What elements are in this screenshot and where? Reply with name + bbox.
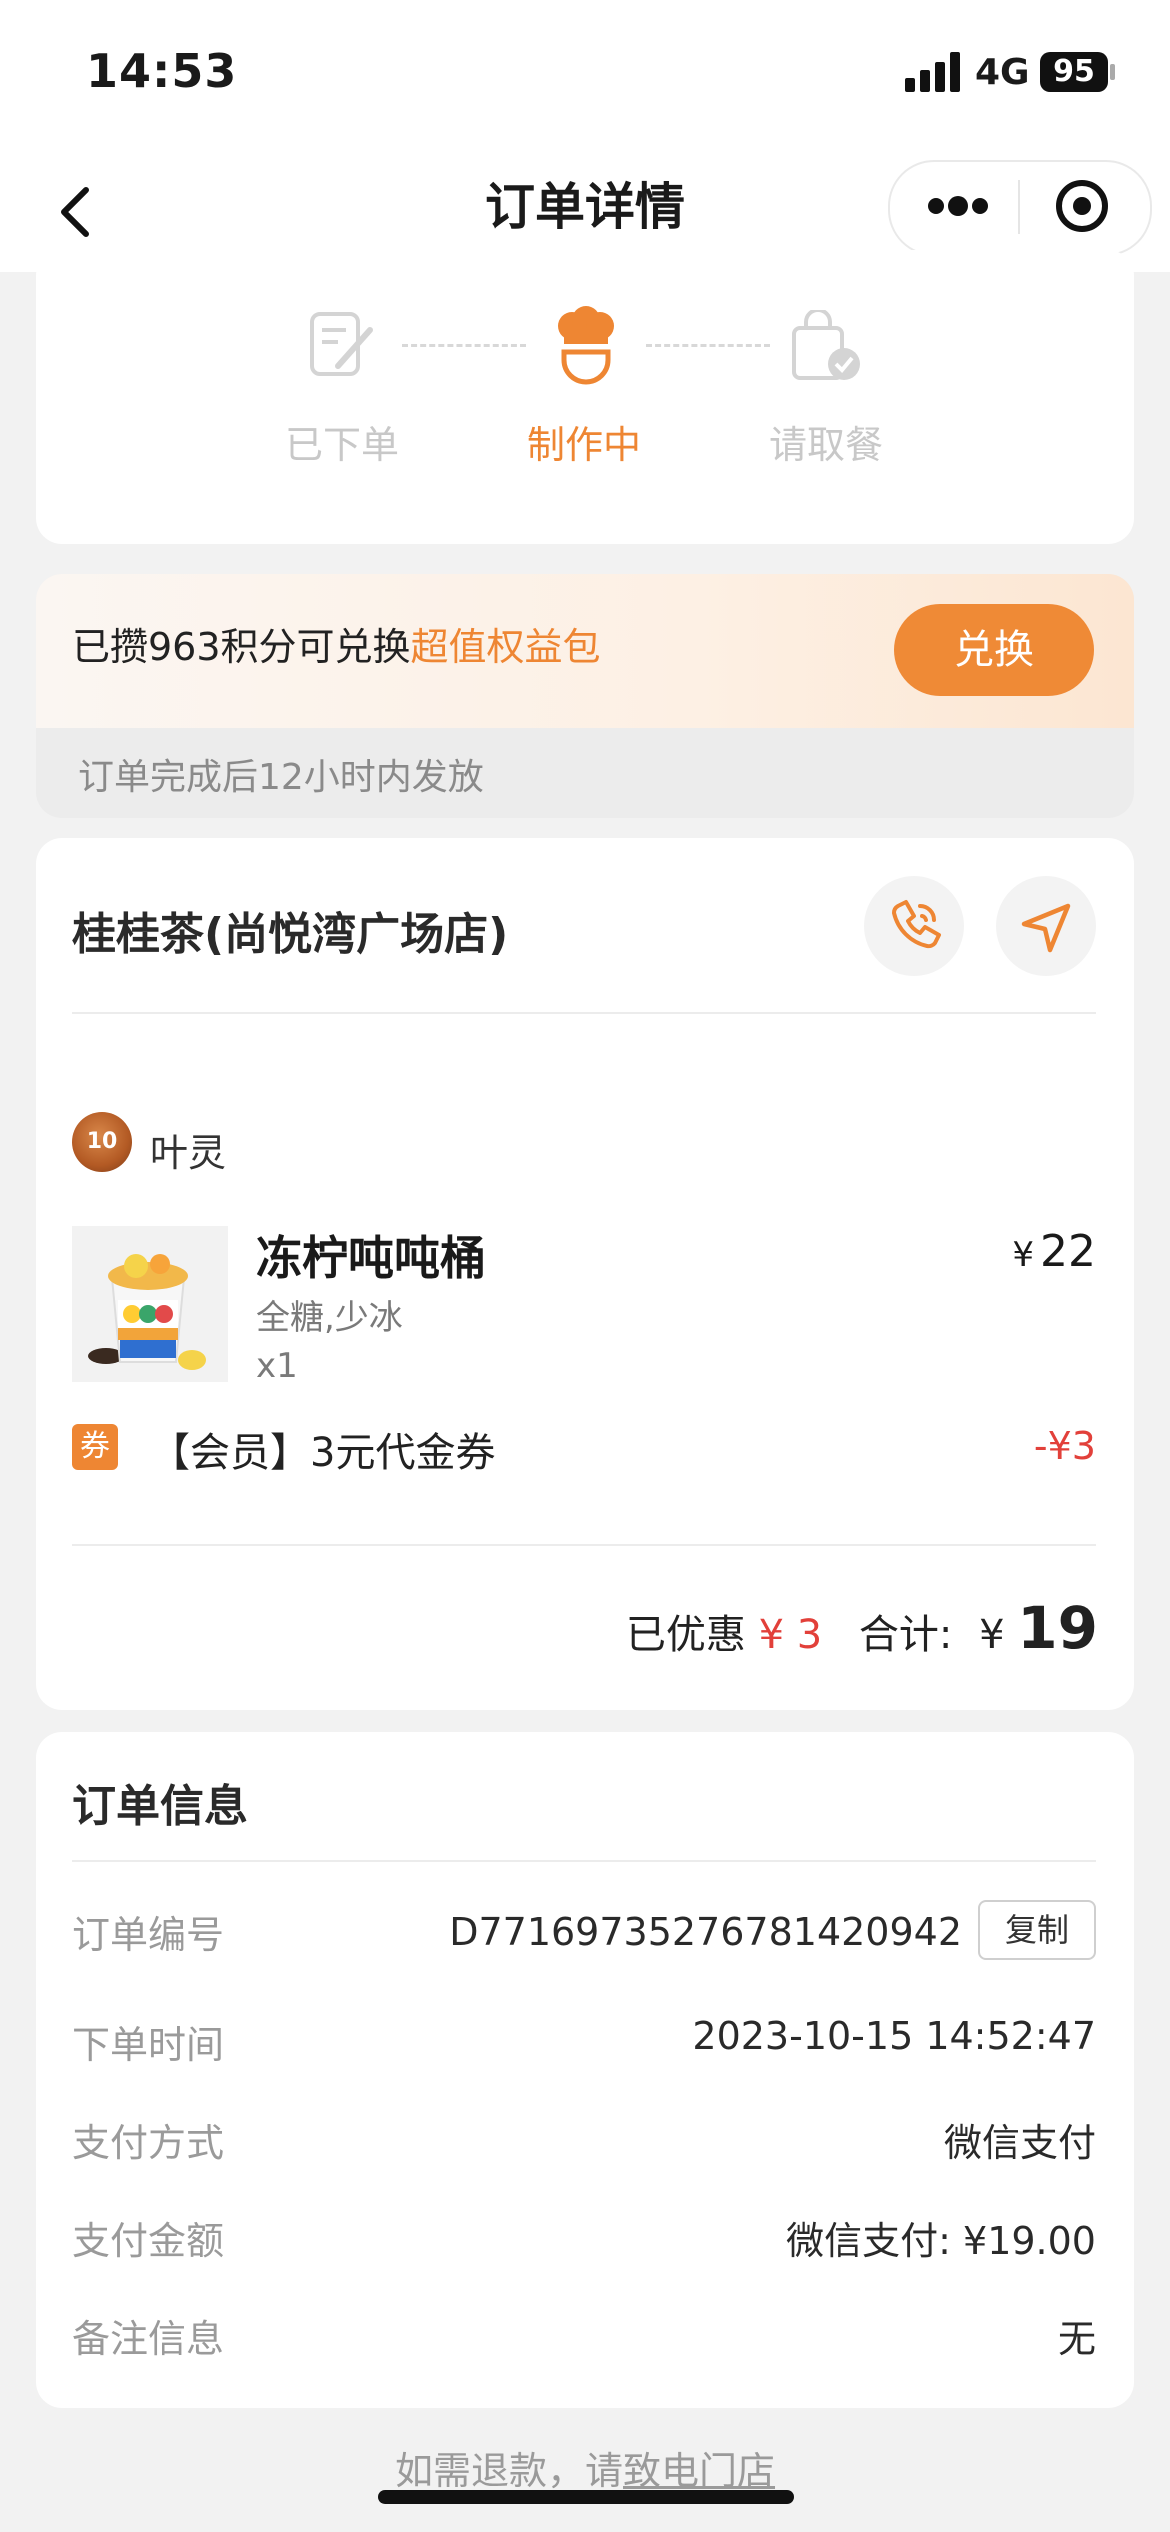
chef-hat-icon [550,306,622,386]
coupon-text: 【会员】3元代金券 [150,1430,496,1476]
price-value: 22 [1040,1226,1096,1277]
signal-icon [905,52,961,92]
product-price: ¥22 [920,1226,1096,1277]
divider [72,1012,1096,1014]
total-label: 合计: [858,1612,953,1658]
redeem-button[interactable]: 兑换 [894,604,1094,696]
progress-card [36,250,1134,544]
order-time-label: 下单时间 [72,2023,225,2067]
order-info-title: 订单信息 [72,1781,248,1832]
discount-label: 已优惠 [625,1612,746,1658]
capsule-divider [1018,180,1020,234]
order-number: D7716973527678142094​2 [449,1910,962,1954]
points-text: 已攒963积分可兑换超值权益包 [72,616,601,671]
pay-amount-label: 支付金额 [72,2219,225,2263]
points-note: 订单完成后12小时内发放 [78,757,484,798]
total-currency: ¥ [979,1612,1005,1658]
pay-method-label: 支付方式 [72,2121,225,2165]
points-card: 已攒963积分可兑换超值权益包 兑换 订单完成后12小时内发放 [36,574,1134,818]
navigate-button[interactable] [996,876,1096,976]
call-store-link[interactable]: 致电门店 [623,2449,775,2493]
battery-icon: 95 [1040,52,1108,92]
avatar: 10 [72,1112,132,1172]
call-shop-button[interactable] [864,876,964,976]
order-number-label: 订单编号 [72,1913,225,1957]
product-quantity: x1 [256,1346,298,1386]
step-label-placed: 已下单 [284,423,399,467]
coupon-amount: -¥3 [1033,1424,1096,1468]
remark-value: 无 [1057,2317,1096,2361]
order-summary: 已优惠 ¥ 3 合计: ¥ 19 [0,1594,1098,1662]
step-label-pickup: 请取餐 [768,423,883,467]
home-indicator[interactable] [378,2490,794,2504]
shop-name[interactable]: 桂桂茶(尚悦湾广场店) [72,898,508,962]
refund-text: 如需退款，请 [394,2449,623,2493]
divider [72,1544,1096,1546]
navigation-arrow-icon [1021,903,1071,953]
remark-label: 备注信息 [72,2317,225,2361]
progress-connector [646,344,770,347]
pay-amount: 微信支付: ¥19.00 [786,2219,1096,2263]
order-time: 2023-10-15 14:52:47 [692,2014,1096,2058]
copy-button[interactable]: 复制 [978,1900,1096,1960]
status-time: 14:53 [86,44,238,98]
network-type: 4G [975,52,1030,93]
close-miniprogram-icon[interactable] [1056,180,1108,232]
step-label-making: 制作中 [526,423,641,467]
coupon-icon: 券 [72,1424,118,1470]
pay-method: 微信支付 [943,2121,1096,2165]
progress-connector [402,344,526,347]
total-value: 19 [1017,1594,1098,1662]
points-count-text: 已攒963积分可兑换 [72,625,411,669]
order-placed-icon [308,310,376,382]
refund-hint: 如需退款，请致电门店 [0,2440,1170,2495]
orderer-name: 叶灵 [150,1131,227,1175]
phone-icon [891,900,941,949]
benefit-pack-link[interactable]: 超值权益包 [411,625,601,669]
discount-value: ¥ 3 [758,1612,823,1658]
pickup-bag-icon [790,308,862,386]
battery-tip [1110,64,1115,80]
product-image [72,1226,228,1382]
currency-symbol: ¥ [1012,1235,1034,1275]
product-name: 冻柠吨吨桶 [256,1231,486,1285]
more-icon[interactable] [928,196,988,216]
divider [72,1860,1096,1862]
product-options: 全糖,少冰 [256,1298,403,1338]
